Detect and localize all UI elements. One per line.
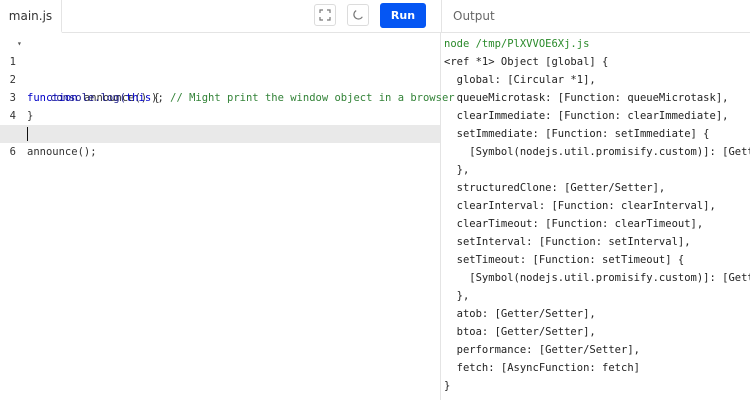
output-line: clearInterval: [Function: clearInterval]… bbox=[444, 200, 716, 212]
output-line: atob: [Getter/Setter], bbox=[444, 308, 596, 320]
output-line: setTimeout: [Function: setTimeout] { bbox=[444, 254, 685, 266]
output-line: clearTimeout: [Function: clearTimeout], bbox=[444, 218, 704, 230]
output-line: clearImmediate: [Function: clearImmediat… bbox=[444, 110, 729, 122]
output-line: setImmediate: [Function: setImmediate] { bbox=[444, 128, 710, 140]
output-line: performance: [Getter/Setter], bbox=[444, 344, 640, 356]
run-button[interactable]: Run bbox=[380, 3, 426, 28]
output-panel: node /tmp/PlXVVOE6Xj.js <ref *1> Object … bbox=[442, 33, 750, 400]
code-line[interactable]: 5 announce(); bbox=[0, 107, 440, 158]
output-line: queueMicrotask: [Function: queueMicrotas… bbox=[444, 92, 729, 104]
output-line: fetch: [AsyncFunction: fetch] bbox=[444, 362, 640, 374]
output-line: setInterval: [Function: setInterval], bbox=[444, 236, 691, 248]
output-line: }, bbox=[444, 290, 470, 302]
code-line[interactable]: 2 console.log(this); // Might print the … bbox=[0, 53, 455, 104]
code-line[interactable]: 4 bbox=[0, 89, 440, 122]
code-line-active[interactable]: 6 bbox=[0, 125, 440, 158]
output-line: [Symbol(nodejs.util.promisify.custom)]: … bbox=[444, 272, 750, 284]
output-line: } bbox=[444, 380, 451, 392]
output-header: Output bbox=[441, 0, 750, 33]
theme-toggle-button[interactable] bbox=[347, 4, 369, 26]
tab-main-js[interactable]: main.js bbox=[0, 0, 62, 33]
code-line[interactable]: 3 } bbox=[0, 71, 440, 122]
line-number: 6 bbox=[9, 146, 16, 158]
expand-icon bbox=[319, 9, 331, 21]
line-text: announce(); bbox=[27, 146, 97, 158]
output-line: btoa: [Getter/Setter], bbox=[444, 326, 596, 338]
top-bar: main.js Run Output bbox=[0, 0, 750, 33]
output-line: }, bbox=[444, 164, 470, 176]
fullscreen-button[interactable] bbox=[314, 4, 336, 26]
text-cursor bbox=[27, 127, 28, 141]
moon-icon bbox=[353, 10, 363, 20]
output-line: structuredClone: [Getter/Setter], bbox=[444, 182, 666, 194]
output-command-line: node /tmp/PlXVVOE6Xj.js bbox=[444, 38, 590, 50]
fold-chevron-icon[interactable]: ▾ bbox=[17, 35, 22, 53]
output-line: <ref *1> Object [global] { bbox=[444, 56, 609, 68]
output-line: [Symbol(nodejs.util.promisify.custom)]: … bbox=[444, 146, 750, 158]
code-editor[interactable]: 1 ▾ function announce() { 2 console.log(… bbox=[0, 33, 455, 400]
code-line[interactable]: 1 ▾ function announce() { bbox=[0, 35, 440, 104]
output-line: global: [Circular *1], bbox=[444, 74, 596, 86]
